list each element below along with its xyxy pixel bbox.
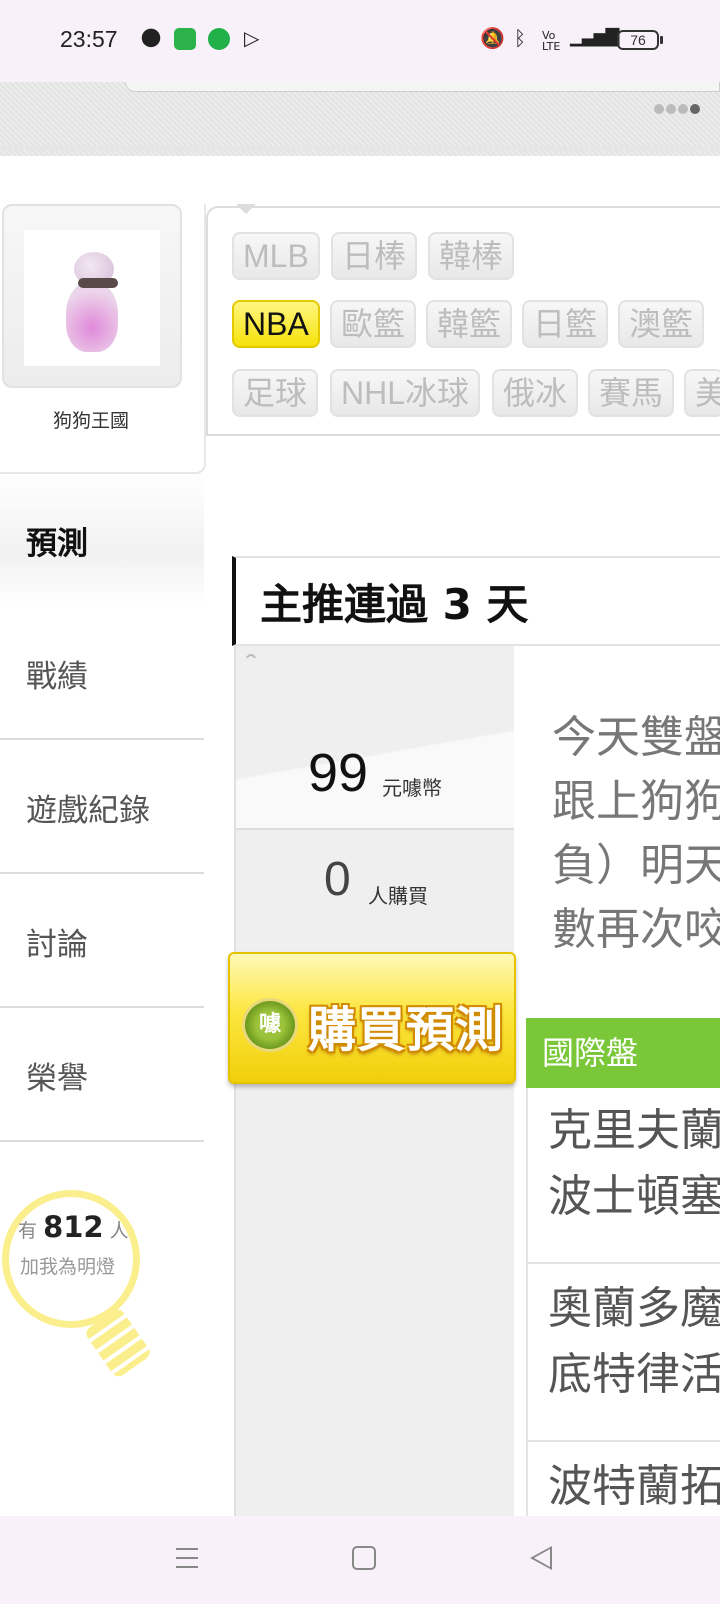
coin-logo-icon: 噱 <box>242 998 298 1052</box>
tab-mlb[interactable]: MLB <box>232 232 320 280</box>
analysis-text: 今天雙盤 跟上狗狗 負）明天 數再次咬 <box>552 706 720 962</box>
tab-korea-basketball[interactable]: 韓籃 <box>426 300 513 348</box>
game-list: 克里夫蘭 波士頓塞 奧蘭多魔 底特律活 波特蘭拓 <box>526 1088 720 1520</box>
price-box <box>236 658 514 830</box>
bear-figurine-body <box>66 282 118 352</box>
fan-count-suffix: 人 <box>109 1220 129 1242</box>
profile-card <box>0 204 206 474</box>
bluetooth-icon: ᛒ <box>514 26 526 50</box>
status-time: 23:57 <box>60 26 118 52</box>
profile-name[interactable]: 狗狗王國 <box>0 406 182 433</box>
shopping-app-icon <box>174 28 196 50</box>
analysis-line: 跟上狗狗 <box>552 776 720 827</box>
tab-australia-basketball[interactable]: 澳籃 <box>618 300 705 348</box>
fan-count-prefix: 有 <box>18 1220 38 1242</box>
avatar[interactable] <box>2 204 182 388</box>
tab-more[interactable]: 美 <box>684 369 720 417</box>
tab-japan-basketball[interactable]: 日籃 <box>522 300 609 348</box>
mute-icon: 🔕 <box>480 26 505 50</box>
update-app-icon <box>208 28 230 50</box>
follow-lightbulb[interactable]: 有 812 人 加我為明燈 <box>0 1190 153 1380</box>
tab-euro-basketball[interactable]: 歐籃 <box>330 300 417 348</box>
carousel-dot[interactable] <box>666 104 676 114</box>
sidebar-item-game-history[interactable]: 遊戲紀錄 <box>0 742 204 874</box>
carousel-dot[interactable] <box>654 104 664 114</box>
buy-prediction-label: 購買預測 <box>308 1002 505 1058</box>
price-unit: 元噱幣 <box>382 776 442 800</box>
banner-frame <box>125 82 720 92</box>
banner-scallop-edge <box>0 146 720 160</box>
sidebar-item-honors[interactable]: 榮譽 <box>0 1010 204 1142</box>
fan-label: 加我為明燈 <box>20 1256 116 1278</box>
team-name: 波特蘭拓 <box>548 1461 720 1512</box>
tab-nhl[interactable]: NHL冰球 <box>330 369 481 417</box>
signal-icon: ▁▃▅▇ <box>570 26 619 47</box>
battery-indicator: 76 <box>617 30 663 50</box>
carousel-dot[interactable] <box>678 104 688 114</box>
analysis-line: 負）明天 <box>552 840 720 891</box>
buy-prediction-button[interactable]: 噱 購買預測 <box>228 952 516 1084</box>
carousel-dots[interactable] <box>654 104 700 114</box>
tab-npb[interactable]: 日棒 <box>331 232 418 280</box>
tab-soccer[interactable]: 足球 <box>232 369 319 417</box>
back-icon[interactable] <box>530 1546 552 1570</box>
team-name: 奧蘭多魔 <box>548 1283 720 1334</box>
fan-count: 812 <box>43 1210 104 1244</box>
section-title: 主推連過 3 天 <box>232 556 720 646</box>
avatar-image <box>24 230 160 366</box>
game-row[interactable]: 奧蘭多魔 底特律活 <box>528 1266 720 1442</box>
chat-notification-icon <box>140 28 162 50</box>
game-row[interactable]: 克里夫蘭 波士頓塞 <box>528 1088 720 1264</box>
analysis-line: 數再次咬 <box>552 904 720 955</box>
team-name: 底特律活 <box>548 1349 720 1400</box>
buyer-unit: 人購買 <box>368 884 428 908</box>
game-row[interactable]: 波特蘭拓 <box>528 1444 720 1520</box>
carousel-dot-active[interactable] <box>690 104 700 114</box>
tab-russian-hockey[interactable]: 俄冰 <box>492 369 579 417</box>
tab-kbo[interactable]: 韓棒 <box>428 232 515 280</box>
tab-horse-racing[interactable]: 賽馬 <box>588 369 675 417</box>
header-banner <box>0 82 720 156</box>
team-name: 克里夫蘭 <box>548 1105 720 1156</box>
volte-icon: Vo LTE <box>542 29 561 53</box>
sidebar-item-discussion[interactable]: 討論 <box>0 876 204 1008</box>
recent-apps-icon[interactable] <box>176 1548 198 1568</box>
sidebar-item-predictions[interactable]: 預測 <box>0 474 204 606</box>
team-name: 波士頓塞 <box>548 1171 720 1222</box>
buyer-count: 0 <box>324 853 351 906</box>
price-value: 99 <box>308 743 369 803</box>
fan-count-line: 有 812 人 <box>18 1210 138 1244</box>
home-icon[interactable] <box>352 1546 376 1570</box>
bear-figurine-scarf <box>78 278 118 288</box>
play-store-icon: ▷ <box>244 26 260 50</box>
analysis-line: 今天雙盤 <box>552 712 720 763</box>
sidebar-item-record[interactable]: 戰績 <box>0 608 204 740</box>
panel-pointer <box>236 204 256 214</box>
market-header: 國際盤 <box>526 1018 720 1088</box>
tab-nba[interactable]: NBA <box>232 300 320 348</box>
